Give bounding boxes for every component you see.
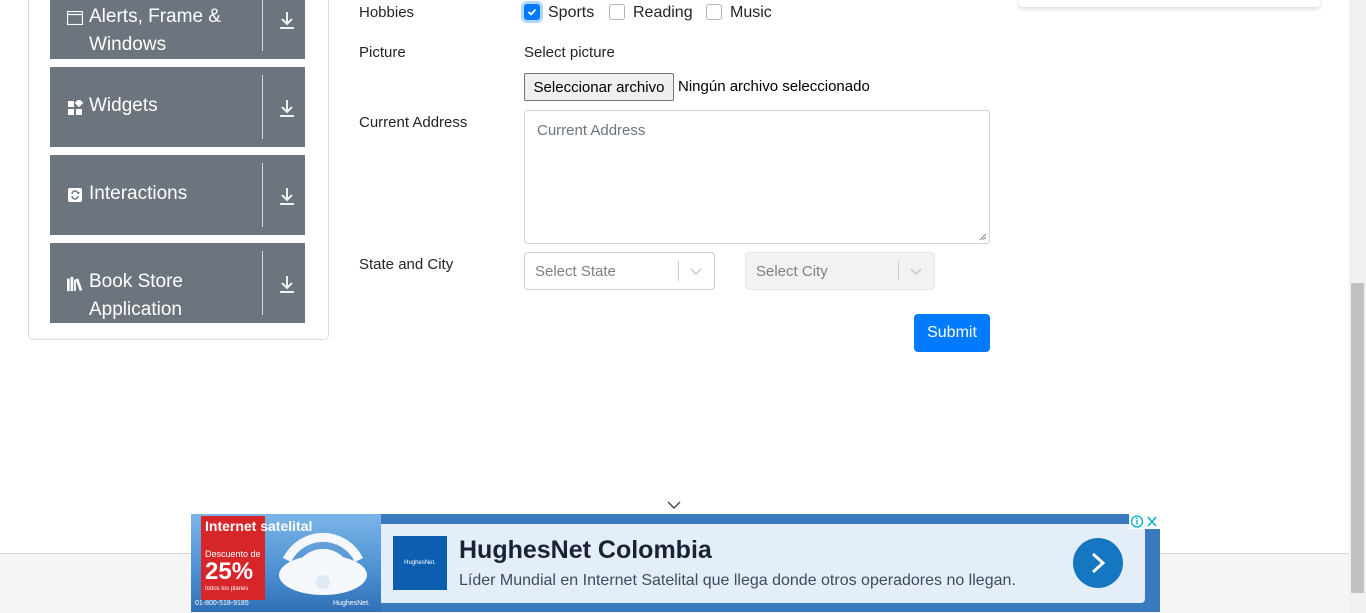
sidebar-group-widgets[interactable]: Widgets — [50, 67, 305, 147]
sidebar-group-interactions[interactable]: Interactions — [50, 155, 305, 235]
ad-banner[interactable]: Internet satelital Descuento de 25% todo… — [191, 514, 1160, 612]
hughesnet-logo: HughesNet. — [393, 536, 447, 590]
page: Alerts, Frame & Windows Widgets Interact… — [0, 0, 1366, 613]
download-icon[interactable] — [276, 273, 298, 295]
chevron-right-icon — [1091, 552, 1106, 574]
window-icon — [67, 10, 83, 26]
state-city-label: State and City — [359, 256, 454, 273]
chevron-down-icon[interactable] — [909, 264, 923, 278]
divider — [262, 0, 263, 51]
sidebar-group-alerts[interactable]: Alerts, Frame & Windows — [50, 0, 305, 59]
divider — [262, 75, 263, 139]
promo-brand: HughesNet. — [333, 600, 370, 607]
file-status: Ningún archivo seleccionado — [678, 78, 870, 95]
resize-grip-icon[interactable] — [979, 233, 987, 241]
widgets-icon — [67, 99, 83, 115]
select-separator — [678, 261, 679, 281]
picture-label: Picture — [359, 44, 406, 61]
scrollbar-thumb[interactable] — [1351, 283, 1364, 593]
ad-choices[interactable] — [1129, 514, 1160, 529]
wifi-cloud-icon — [279, 533, 367, 595]
music-label[interactable]: Music — [730, 4, 772, 22]
chevron-down-icon[interactable] — [689, 264, 703, 278]
promo-note: todos los planes — [205, 586, 249, 592]
chevron-down-icon[interactable] — [667, 500, 681, 510]
music-checkbox[interactable] — [706, 4, 722, 20]
current-address-placeholder: Current Address — [537, 122, 646, 139]
sidebar-group-label: Widgets — [89, 95, 158, 116]
ad-open-button[interactable] — [1073, 538, 1123, 588]
ad-promo-image[interactable]: Internet satelital Descuento de 25% todo… — [191, 514, 381, 612]
select-separator — [898, 261, 899, 281]
select-picture-label: Select picture — [524, 44, 615, 61]
interactions-icon — [67, 187, 83, 203]
sports-label[interactable]: Sports — [548, 4, 594, 22]
hobbies-label: Hobbies — [359, 4, 415, 21]
sidebar-group-book-store[interactable]: Book Store Application — [50, 243, 305, 323]
current-address-input[interactable]: Current Address — [524, 110, 990, 244]
divider — [262, 163, 263, 227]
promo-phone: 01-800-518-9185 — [195, 600, 249, 607]
choose-file-button[interactable]: Seleccionar archivo — [524, 73, 674, 101]
side-ad-remnant — [1019, 0, 1320, 7]
download-icon[interactable] — [276, 185, 298, 207]
state-placeholder: Select State — [535, 263, 616, 280]
promo-discount: 25% — [205, 558, 254, 585]
close-icon — [1147, 516, 1157, 527]
check-icon — [527, 8, 537, 16]
city-select[interactable]: Select City — [745, 252, 935, 290]
book-icon — [67, 276, 83, 292]
reading-checkbox[interactable] — [609, 4, 625, 20]
sidebar-group-label: Book Store Application — [89, 271, 183, 320]
submit-button[interactable]: Submit — [914, 314, 990, 352]
ad-description: Líder Mundial en Internet Satelital que … — [459, 572, 1016, 589]
sports-checkbox[interactable] — [524, 4, 540, 20]
reading-label[interactable]: Reading — [633, 4, 693, 22]
state-select[interactable]: Select State — [524, 252, 715, 290]
sidebar-group-label: Interactions — [89, 183, 188, 204]
divider — [262, 251, 263, 315]
current-address-label: Current Address — [359, 114, 468, 131]
ad-title[interactable]: HughesNet Colombia — [459, 536, 712, 565]
download-icon[interactable] — [276, 9, 298, 31]
ad-card[interactable]: HughesNet. HughesNet Colombia Líder Mund… — [381, 524, 1145, 603]
download-icon[interactable] — [276, 97, 298, 119]
city-placeholder: Select City — [756, 263, 828, 280]
sidebar-group-label: Alerts, Frame & Windows — [89, 6, 221, 55]
